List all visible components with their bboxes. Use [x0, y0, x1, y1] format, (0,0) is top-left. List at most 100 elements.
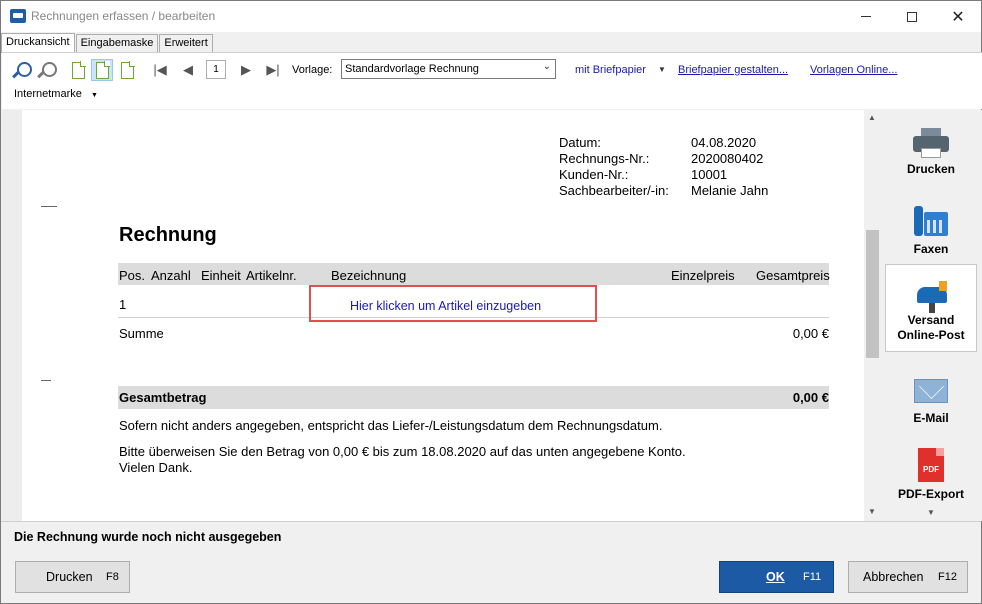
vorlagen-online-link[interactable]: Vorlagen Online...	[810, 64, 897, 76]
action-label: PDF-Export	[898, 487, 964, 501]
envelope-icon	[914, 379, 948, 403]
abbrechen-button-label: Abbrechen	[863, 570, 924, 584]
versand-online-post-action[interactable]: Versand Online-Post	[885, 264, 977, 352]
status-bar: Die Rechnung wurde noch nicht ausgegeben	[1, 521, 981, 551]
tab-erweitert[interactable]: Erweitert	[159, 34, 213, 52]
tab-druckansicht[interactable]: Druckansicht	[1, 33, 75, 53]
add-article-link[interactable]: Hier klicken um Artikel einzugeben	[309, 285, 597, 322]
vorlage-label: Vorlage:	[292, 64, 333, 76]
first-page-icon[interactable]: |◀	[149, 59, 171, 81]
fold-mark	[41, 206, 57, 207]
invoice-meta: Datum: 04.08.2020 Rechnungs-Nr.: 202008040…	[559, 135, 768, 199]
chevron-down-icon[interactable]: ▼	[927, 508, 935, 517]
internetmarke-label: Internetmarke	[14, 88, 82, 100]
fax-icon	[914, 206, 948, 238]
meta-row: Sachbearbeiter/-in: Melanie Jahn	[559, 183, 768, 199]
row-position: 1	[119, 297, 127, 312]
ok-shortcut: F11	[803, 571, 822, 583]
column-header-artikelnr: Artikelnr.	[246, 268, 297, 283]
column-header-gesamtpreis: Gesamtpreis	[756, 268, 830, 283]
meta-key: Datum:	[559, 135, 601, 150]
printer-icon	[913, 128, 949, 158]
mailbox-icon	[913, 281, 949, 313]
drucken-shortcut: F8	[106, 571, 119, 583]
pdf-export-action[interactable]: PDF PDF-Export	[885, 446, 977, 508]
drucken-button[interactable]: Drucken F8	[15, 561, 130, 593]
next-page-icon[interactable]: ▶	[235, 59, 257, 81]
column-header-bezeichnung: Bezeichnung	[331, 268, 407, 283]
meta-value: 04.08.2020	[691, 135, 757, 150]
button-bar: Drucken F8 OK F11 Abbrechen F12	[1, 551, 981, 603]
meta-key: Rechnungs-Nr.:	[559, 151, 650, 166]
meta-row: Rechnungs-Nr.: 2020080402	[559, 151, 768, 167]
summe-label: Summe	[119, 326, 164, 341]
scroll-thumb[interactable]	[866, 230, 879, 358]
last-page-icon[interactable]: ▶|	[262, 59, 284, 81]
tab-bar: Druckansicht Eingabemaske Erweitert	[1, 33, 214, 53]
close-button[interactable]: ✕	[935, 1, 981, 32]
document-preview: Datum: 04.08.2020 Rechnungs-Nr.: 202008040…	[2, 110, 881, 521]
gesamtbetrag-row: Gesamtbetrag 0,00 €	[118, 386, 829, 409]
maximize-button[interactable]	[889, 1, 935, 32]
vertical-scrollbar[interactable]: ▲ ▼	[864, 110, 881, 521]
maximize-icon	[907, 11, 917, 22]
zoom-out-icon[interactable]	[10, 59, 32, 81]
meta-key: Sachbearbeiter/-in:	[559, 183, 669, 198]
fold-mark	[41, 380, 51, 381]
ok-button[interactable]: OK F11	[719, 561, 834, 593]
app-icon	[10, 9, 26, 23]
drucken-button-label: Drucken	[46, 570, 93, 584]
ok-button-label: OK	[766, 570, 785, 584]
meta-value: Melanie Jahn	[691, 183, 769, 198]
gesamtbetrag-label: Gesamtbetrag	[119, 390, 207, 405]
previous-page-icon[interactable]: ◀	[177, 59, 199, 81]
dropdown-caret-icon: ▼	[90, 92, 98, 99]
title-bar[interactable]: Rechnungen erfassen / bearbeiten ✕	[1, 1, 981, 32]
action-label: Versand Online-Post	[897, 313, 965, 342]
email-action[interactable]: E-Mail	[885, 375, 977, 435]
meta-value: 10001	[691, 167, 728, 182]
tab-eingabemaske[interactable]: Eingabemaske	[75, 34, 159, 52]
briefpapier-gestalten-link[interactable]: Briefpapier gestalten...	[678, 64, 788, 76]
gesamtbetrag-value: 0,00 €	[792, 390, 829, 405]
column-header-einheit: Einheit	[201, 268, 241, 283]
page-width-icon[interactable]	[91, 59, 113, 81]
minimize-icon	[861, 16, 871, 17]
vorlage-select[interactable]: Standardvorlage Rechnung ⌄	[341, 59, 556, 79]
invoice-note: Sofern nicht anders angegeben, entsprich…	[119, 418, 663, 433]
pdf-icon: PDF	[918, 448, 944, 482]
meta-row: Datum: 04.08.2020	[559, 135, 768, 151]
zoom-in-icon[interactable]	[35, 59, 57, 81]
invoice-payment-note: Bitte überweisen Sie den Betrag von 0,00…	[119, 444, 686, 459]
minimize-button[interactable]	[843, 1, 889, 32]
meta-key: Kunden-Nr.:	[559, 167, 629, 182]
invoice-closing: Vielen Dank.	[119, 460, 193, 475]
window-title: Rechnungen erfassen / bearbeiten	[31, 9, 216, 23]
column-header-einzelpreis: Einzelpreis	[671, 268, 735, 283]
abbrechen-shortcut: F12	[938, 571, 957, 583]
preview-margin	[2, 110, 22, 521]
internetmarke-menu[interactable]: Internetmarke ▼	[14, 88, 98, 100]
chevron-down-icon: ⌄	[542, 61, 551, 72]
page-single-icon[interactable]	[67, 59, 89, 81]
vorlage-value: Standardvorlage Rechnung	[345, 63, 479, 75]
add-article-label: Hier klicken um Artikel einzugeben	[350, 299, 542, 313]
column-header-pos: Pos.	[119, 268, 146, 283]
application-window: Rechnungen erfassen / bearbeiten ✕ Druck…	[0, 0, 982, 604]
scroll-down-icon[interactable]: ▼	[868, 507, 876, 516]
briefpapier-option[interactable]: mit Briefpapier	[575, 64, 646, 76]
action-label: Faxen	[913, 242, 949, 256]
abbrechen-button[interactable]: Abbrechen F12	[848, 561, 968, 593]
column-header-anzahl: Anzahl	[151, 268, 191, 283]
dropdown-caret-icon[interactable]: ▼	[658, 65, 666, 74]
action-label: Drucken	[906, 162, 956, 176]
faxen-action[interactable]: Faxen	[885, 202, 977, 268]
page-full-icon[interactable]	[116, 59, 138, 81]
output-actions-panel: Drucken Faxen Versand Online-Post E-Mail…	[881, 110, 982, 521]
drucken-action[interactable]: Drucken	[885, 124, 977, 194]
page-number-field[interactable]: 1	[206, 60, 226, 79]
scroll-up-icon[interactable]: ▲	[868, 113, 876, 122]
status-text: Die Rechnung wurde noch nicht ausgegeben	[14, 530, 282, 544]
table-header: Pos. Anzahl Einheit Artikelnr. Bezeichnu…	[118, 263, 830, 285]
action-label: E-Mail	[913, 411, 949, 425]
